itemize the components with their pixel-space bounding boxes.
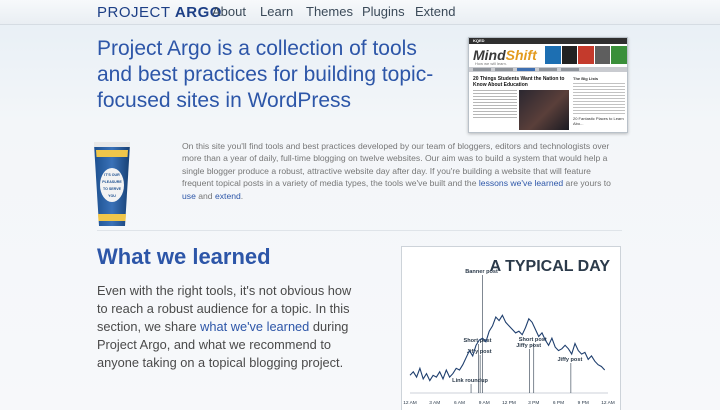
screenshot-thumb <box>578 46 594 64</box>
screenshot-thumb <box>594 46 611 64</box>
section-divider <box>97 230 622 231</box>
chart-x-tick-label: 12 AM <box>403 400 417 406</box>
chart-x-tick-label: 9 AM <box>479 400 490 406</box>
example-site-screenshot: KQED MindShift How we will learn. 20 Thi… <box>468 37 628 133</box>
screenshot-sidebar-title: The Big Lists <box>573 76 599 81</box>
screenshot-thumb <box>545 46 561 64</box>
intro-text: are yours to <box>563 178 611 189</box>
chart-series-line <box>409 314 606 382</box>
screenshot-menu-item <box>561 68 579 71</box>
lessons-learned-link[interactable]: lessons we've learned <box>479 178 563 188</box>
intro-text: . <box>240 190 244 201</box>
screenshot-headline: 20 Things Students Want the Nation to Kn… <box>473 76 565 88</box>
screenshot-topbar <box>469 38 627 44</box>
top-navigation: PROJECT ARGO About Learn Themes Plugins … <box>0 0 720 25</box>
screenshot-menu-item <box>539 68 557 71</box>
chart-annotation-label: Banner post <box>465 269 498 275</box>
intro-paragraph: On this site you'll find tools and best … <box>182 140 612 202</box>
brand-logo[interactable]: PROJECT ARGO <box>97 4 222 21</box>
nav-link-extend[interactable]: Extend <box>415 4 455 19</box>
coffee-cup-illustration: IT'S OUR PLEASURE TO SERVE YOU <box>94 142 130 226</box>
screenshot-sidebar: The Big Lists 20 Fantastic Places to Lea… <box>573 76 625 126</box>
chart-annotation-label: Jiffy post <box>516 343 541 349</box>
what-we-learned-paragraph: Even with the right tools, it's not obvi… <box>97 282 362 372</box>
intro-text: and <box>195 190 215 201</box>
chart-x-tick-label: 12 AM <box>601 400 615 406</box>
use-link[interactable]: use <box>182 191 196 201</box>
screenshot-menu-item <box>473 68 491 71</box>
chart-x-tick-label: 12 PM <box>502 400 516 406</box>
chart-annotation-label: Jiffy post <box>557 357 582 363</box>
screenshot-photo <box>519 90 569 130</box>
nav-link-themes[interactable]: Themes <box>306 4 353 19</box>
chart-annotation-label: Short post <box>519 337 547 343</box>
hero-title: Project Argo is a collection of tools an… <box>97 37 434 112</box>
brand-light: PROJECT <box>97 4 175 21</box>
screenshot-header-images <box>545 46 627 64</box>
cup-text-line: IT'S OUR <box>104 173 120 177</box>
screenshot-menu-item <box>495 68 513 71</box>
screenshot-thumb <box>611 46 627 64</box>
screenshot-menu-bar <box>469 67 627 72</box>
chart-annotation-label: Link roundup <box>452 378 488 384</box>
screenshot-thumb <box>561 46 578 64</box>
screenshot-sidebar-footer: 20 Fantastic Places to Learn Abo... <box>573 116 624 126</box>
screenshot-logo-part-b: Shift <box>505 47 537 63</box>
cup-text-line: YOU <box>108 194 116 198</box>
what-we-learned-title: What we learned <box>97 244 271 269</box>
screenshot-body-text <box>473 90 517 120</box>
typical-day-chart: A TYPICAL DAY Banner post Link roundup Jif… <box>401 246 621 410</box>
screenshot-tagline: How we will learn. <box>475 61 508 66</box>
chart-x-tick-label: 3 PM <box>528 400 539 406</box>
what-weve-learned-link[interactable]: what we've learned <box>200 319 309 334</box>
nav-link-learn[interactable]: Learn <box>260 4 293 19</box>
cup-text-line: TO SERVE <box>103 187 122 191</box>
cup-text-line: PLEASURE <box>102 180 122 184</box>
nav-link-plugins[interactable]: Plugins <box>362 4 405 19</box>
chart-x-tick-label: 3 AM <box>429 400 440 406</box>
nav-link-about[interactable]: About <box>212 4 246 19</box>
screenshot-network-label: KQED <box>473 38 485 43</box>
chart-x-tick-label: 6 AM <box>454 400 465 406</box>
typical-day-chart-svg: A TYPICAL DAY Banner post Link roundup Jif… <box>403 258 615 406</box>
extend-link[interactable]: extend <box>215 191 241 201</box>
chart-title: A TYPICAL DAY <box>490 258 611 275</box>
chart-x-tick-label: 6 PM <box>553 400 564 406</box>
screenshot-menu-item <box>517 68 535 71</box>
chart-x-tick-label: 9 PM <box>578 400 589 406</box>
